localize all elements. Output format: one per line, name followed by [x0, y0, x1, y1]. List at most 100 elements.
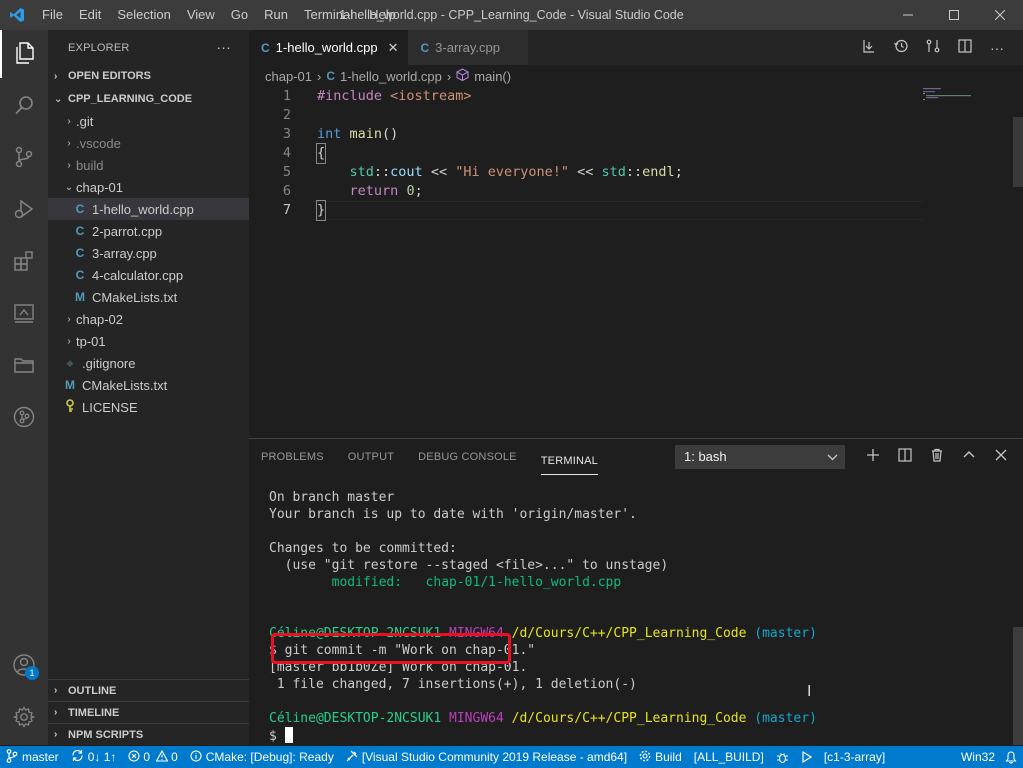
tree-label: 4-calculator.cpp: [92, 267, 184, 283]
close-icon[interactable]: [985, 448, 1017, 466]
add-icon[interactable]: [857, 448, 889, 466]
menu-selection[interactable]: Selection: [109, 0, 178, 30]
accounts-activity[interactable]: [0, 642, 48, 690]
tab-hello-world[interactable]: C 1-hello_world.cpp ✕: [249, 30, 409, 65]
run-play-icon[interactable]: [795, 751, 818, 763]
tree-folder-build[interactable]: › build: [48, 154, 249, 176]
breadcrumb-file[interactable]: 1-hello_world.cpp: [340, 69, 442, 84]
tab-output[interactable]: OUTPUT: [348, 439, 394, 475]
source-control-activity[interactable]: [0, 134, 48, 182]
status-build-target[interactable]: [ALL_BUILD]: [688, 750, 770, 764]
menu-help[interactable]: Help: [361, 0, 404, 30]
tree-file-cmakelists-root[interactable]: M CMakeLists.txt: [48, 374, 249, 396]
open-changes-icon[interactable]: [853, 38, 885, 57]
remote-explorer-activity[interactable]: [0, 290, 48, 338]
code-editor[interactable]: 1 #include <iostream> 2 3 int main() 4 {…: [249, 87, 1023, 437]
chevron-right-icon: ›: [67, 137, 71, 149]
trash-icon[interactable]: [921, 448, 953, 466]
status-kit[interactable]: [Visual Studio Community 2019 Release - …: [340, 750, 633, 765]
menu-view[interactable]: View: [179, 0, 223, 30]
project-section[interactable]: ⌄ CPP_LEARNING_CODE: [48, 88, 249, 110]
npm-scripts-section[interactable]: › NPM SCRIPTS: [48, 723, 249, 745]
timeline-section[interactable]: › TIMELINE: [48, 701, 249, 723]
close-brace: }: [315, 200, 327, 221]
folder-activity[interactable]: [0, 342, 48, 390]
chevron-right-icon: ›: [446, 68, 452, 84]
code-line: 3 int main(): [249, 125, 949, 144]
tree-folder-vscode[interactable]: › .vscode: [48, 132, 249, 154]
tree-folder-tp-01[interactable]: › tp-01: [48, 330, 249, 352]
more-actions-icon[interactable]: ···: [216, 39, 231, 55]
compare-changes-icon[interactable]: [917, 38, 949, 57]
debug-bug-icon[interactable]: [770, 751, 795, 764]
run-debug-activity[interactable]: [0, 186, 48, 234]
minimap[interactable]: [923, 87, 1003, 107]
editor-scrollbar[interactable]: [1013, 117, 1023, 187]
status-build[interactable]: Build: [633, 750, 688, 765]
gitlens-activity[interactable]: [0, 394, 48, 442]
tree-folder-chap-01[interactable]: ⌄ chap-01: [48, 176, 249, 198]
search-activity[interactable]: [0, 82, 48, 130]
split-icon[interactable]: [889, 448, 921, 466]
tree-file-array[interactable]: C 3-array.cpp: [48, 242, 249, 264]
menu-run[interactable]: Run: [256, 0, 296, 30]
parens: (): [382, 126, 399, 142]
breadcrumb-symbol[interactable]: main(): [474, 69, 511, 84]
terminal-scrollbar[interactable]: [1013, 627, 1023, 745]
status-sync[interactable]: 0↓ 1↑: [65, 749, 123, 765]
tab-debug-console[interactable]: DEBUG CONSOLE: [418, 439, 517, 475]
split-editor-icon[interactable]: [949, 38, 981, 57]
tree-file-hello-world[interactable]: C 1-hello_world.cpp: [48, 198, 249, 220]
tab-terminal[interactable]: TERMINAL: [540, 447, 598, 475]
tree-file-cmakelists-chap01[interactable]: M CMakeLists.txt: [48, 286, 249, 308]
terminal-select[interactable]: 1: bash: [675, 445, 845, 469]
menu-go[interactable]: Go: [223, 0, 256, 30]
chevron-down-icon: ⌄: [64, 181, 74, 193]
cmake-status: CMake: [Debug]: Ready: [205, 750, 334, 764]
tree-file-parrot[interactable]: C 2-parrot.cpp: [48, 220, 249, 242]
minimize-button[interactable]: [885, 0, 931, 30]
tree-folder-chap-02[interactable]: › chap-02: [48, 308, 249, 330]
operator: <<: [422, 164, 456, 180]
tools-icon: [346, 750, 358, 765]
open-editors-section[interactable]: › OPEN EDITORS: [48, 65, 249, 87]
status-problems[interactable]: 0 0: [122, 749, 183, 765]
status-branch[interactable]: master: [0, 748, 65, 766]
history-icon[interactable]: [885, 38, 917, 57]
terminal-input-line[interactable]: $: [269, 727, 1009, 745]
cpp-file-icon: C: [326, 69, 335, 83]
status-cmake[interactable]: CMake: [Debug]: Ready: [184, 749, 340, 765]
maximize-button[interactable]: [931, 0, 977, 30]
tree-file-gitignore[interactable]: ◆ .gitignore: [48, 352, 249, 374]
terminal-output[interactable]: On branch master Your branch is up to dat…: [269, 489, 1009, 745]
line-number: 4: [282, 145, 291, 161]
license-key-icon: [62, 398, 78, 416]
tree-folder-git[interactable]: › .git: [48, 110, 249, 132]
line-number: 3: [282, 126, 291, 142]
tab-problems[interactable]: PROBLEMS: [261, 439, 324, 475]
tree-file-calculator[interactable]: C 4-calculator.cpp: [48, 264, 249, 286]
notifications-bell-icon[interactable]: [999, 750, 1023, 764]
tree-label: .git: [76, 113, 94, 129]
tree-label: chap-02: [76, 311, 123, 327]
status-launch-target[interactable]: [c1-3-array]: [818, 750, 891, 764]
menu-file[interactable]: File: [34, 0, 71, 30]
editor-tabs: C 1-hello_world.cpp ✕ C 3-array.cpp ···: [249, 30, 1023, 65]
manage-activity[interactable]: [0, 694, 48, 742]
explorer-activity[interactable]: [0, 30, 48, 78]
extensions-activity[interactable]: [0, 238, 48, 286]
tree-file-license[interactable]: LICENSE: [48, 396, 249, 418]
more-actions-icon[interactable]: ···: [981, 40, 1013, 56]
close-window-button[interactable]: [977, 0, 1023, 30]
close-icon[interactable]: ✕: [388, 40, 399, 56]
menu-terminal[interactable]: Terminal: [296, 0, 361, 30]
code-line: 4 {: [249, 143, 949, 164]
outline-section[interactable]: › OUTLINE: [48, 679, 249, 701]
menu-edit[interactable]: Edit: [71, 0, 109, 30]
symbol-method-icon: [456, 68, 469, 84]
tab-array[interactable]: C 3-array.cpp: [408, 30, 529, 65]
breadcrumb-folder[interactable]: chap-01: [265, 69, 312, 84]
chevron-up-icon[interactable]: [953, 448, 985, 466]
